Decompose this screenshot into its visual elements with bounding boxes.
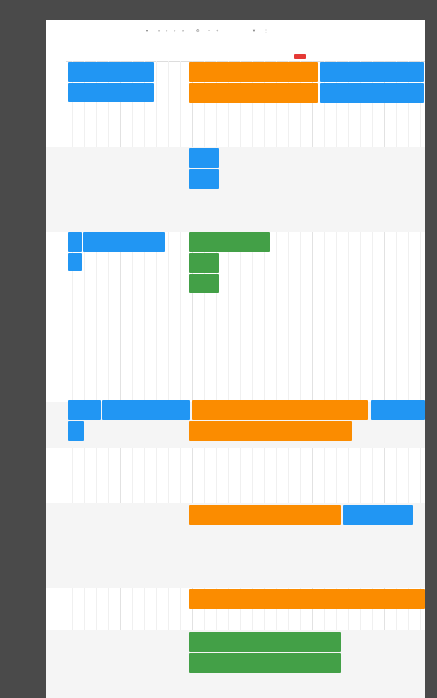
- last-page-icon[interactable]: »: [182, 28, 184, 33]
- resource-lane: [46, 147, 425, 232]
- schedule-event[interactable]: [68, 83, 154, 102]
- hour-tick: [246, 54, 258, 59]
- filter-icon[interactable]: ▼: [252, 28, 256, 33]
- schedule-event[interactable]: [102, 400, 190, 420]
- previous-icon[interactable]: ‹: [166, 28, 167, 33]
- schedule-event[interactable]: [189, 632, 341, 652]
- schedule-event[interactable]: [68, 62, 154, 82]
- hour-tick: [354, 54, 366, 59]
- hour-tick: [174, 54, 186, 59]
- hour-tick: [402, 54, 414, 59]
- first-page-icon[interactable]: «: [158, 28, 160, 33]
- hour-tick: [114, 54, 126, 59]
- hour-tick: [162, 54, 174, 59]
- hour-tick: [138, 54, 150, 59]
- hour-tick: [198, 54, 210, 59]
- schedule-event[interactable]: [189, 421, 352, 441]
- schedule-event[interactable]: [189, 62, 318, 82]
- next-icon[interactable]: ›: [174, 28, 175, 33]
- resource-lane: [46, 448, 425, 503]
- hour-tick: [414, 54, 425, 59]
- hour-tick: [222, 54, 234, 59]
- schedule-event[interactable]: [189, 232, 270, 252]
- hour-tick: [126, 54, 138, 59]
- schedule-event[interactable]: [189, 148, 219, 168]
- hour-tick: [282, 54, 294, 59]
- schedule-event[interactable]: [189, 83, 318, 103]
- schedule-event[interactable]: [320, 83, 424, 103]
- hour-tick: [390, 54, 402, 59]
- hour-tick: [186, 54, 198, 59]
- schedule-event[interactable]: [68, 253, 82, 271]
- hour-tick: [318, 54, 330, 59]
- date-header: [46, 42, 425, 52]
- zoom-out-icon[interactable]: −: [208, 28, 210, 33]
- schedule-event[interactable]: [371, 400, 425, 420]
- schedule-event[interactable]: [192, 400, 368, 420]
- schedule-event[interactable]: [320, 62, 424, 82]
- hour-tick: [270, 54, 282, 59]
- hour-tick: [258, 54, 270, 59]
- resource-lane: [46, 232, 425, 402]
- zoom-in-icon[interactable]: +: [216, 28, 218, 33]
- hour-tick: [342, 54, 354, 59]
- hour-tick: [150, 54, 162, 59]
- hour-tick: [366, 54, 378, 59]
- schedule-event[interactable]: [189, 653, 341, 673]
- schedule-event[interactable]: [189, 274, 219, 293]
- schedule-event[interactable]: [68, 232, 82, 252]
- schedule-event[interactable]: [68, 421, 84, 441]
- toolbar: ▾ « ‹ › » ⚙ − + ▼ ⋮: [46, 20, 425, 38]
- hour-tick: [378, 54, 390, 59]
- schedule-event[interactable]: [68, 400, 101, 420]
- schedule-event[interactable]: [343, 505, 413, 525]
- schedule-event[interactable]: [189, 169, 219, 189]
- hour-tick: [90, 54, 102, 59]
- schedule-event[interactable]: [189, 505, 341, 525]
- dropdown-chevron-icon[interactable]: ▾: [146, 28, 148, 33]
- schedule-event[interactable]: [189, 253, 219, 273]
- settings-icon[interactable]: ⚙: [196, 28, 200, 33]
- hour-tick: [330, 54, 342, 59]
- scheduler-page: ▾ « ‹ › » ⚙ − + ▼ ⋮: [46, 20, 425, 698]
- more-icon[interactable]: ⋮: [264, 28, 268, 33]
- hour-tick: [306, 54, 318, 59]
- current-time-marker: [294, 54, 306, 59]
- hour-tick: [234, 54, 246, 59]
- schedule-event[interactable]: [83, 232, 165, 252]
- hour-tick: [102, 54, 114, 59]
- hour-tick: [66, 54, 78, 59]
- schedule-event[interactable]: [189, 589, 425, 609]
- hour-tick: [78, 54, 90, 59]
- hour-tick: [210, 54, 222, 59]
